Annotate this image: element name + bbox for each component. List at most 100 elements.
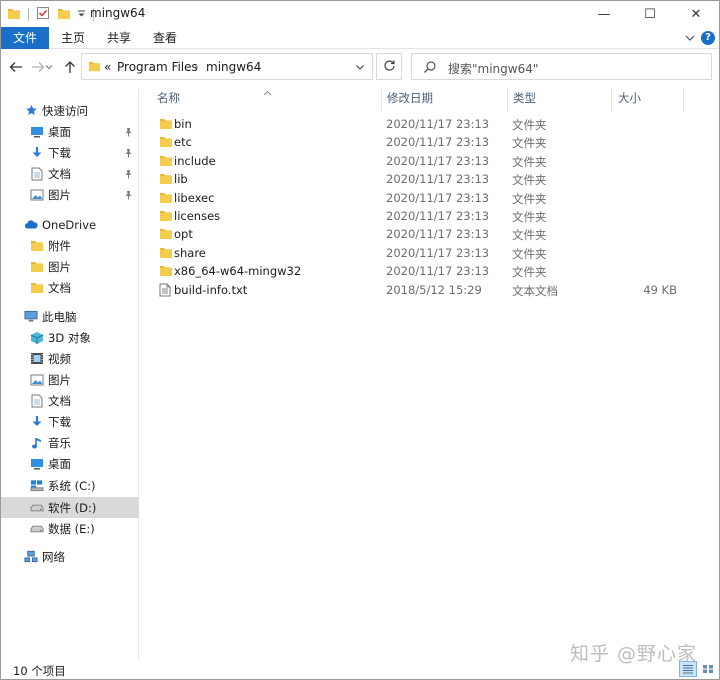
file-row[interactable]: libexec 2020/11/17 23:13 文件夹 (140, 189, 700, 207)
sidebar-item[interactable]: 文档 (1, 390, 139, 411)
sidebar-item[interactable]: 附件 (1, 235, 139, 256)
file-modified: 2018/5/12 15:29 (386, 282, 482, 297)
sidebar-item[interactable]: 下载 (1, 411, 139, 432)
text-file-icon (159, 283, 171, 300)
customize-toolbar-icon[interactable] (77, 8, 86, 22)
sidebar-item[interactable]: 软件 (D:) (1, 497, 139, 518)
watermark: 知乎 @野心家 (570, 643, 698, 665)
new-folder-icon[interactable] (57, 7, 71, 23)
sidebar-item[interactable]: 桌面 (1, 453, 139, 474)
network-icon (24, 550, 38, 564)
file-modified: 2020/11/17 23:13 (386, 245, 490, 260)
file-type: 文件夹 (512, 228, 547, 243)
breadcrumb-overflow[interactable]: « (104, 60, 111, 74)
sidebar-item-label: 文档 (48, 393, 71, 408)
sidebar-item[interactable]: 文档 (1, 277, 139, 298)
folder-icon (159, 227, 173, 243)
sidebar-item[interactable]: OneDrive (1, 214, 139, 235)
column-header-type[interactable]: 类型 (508, 89, 612, 109)
sidebar-item[interactable]: 图片 (1, 369, 139, 390)
maximize-button[interactable]: ☐ (627, 1, 673, 27)
file-row[interactable]: etc 2020/11/17 23:13 文件夹 (140, 133, 700, 151)
download-icon (30, 415, 44, 429)
file-modified: 2020/11/17 23:13 (386, 153, 490, 168)
column-header-size[interactable]: 大小 (613, 89, 683, 109)
file-type: 文件夹 (512, 136, 547, 151)
folder-icon (159, 117, 173, 133)
refresh-button[interactable] (376, 53, 402, 80)
system-drive-icon (30, 479, 44, 493)
sidebar-item[interactable]: 快速访问 (1, 100, 139, 121)
sidebar-item[interactable]: 音乐 (1, 432, 139, 453)
file-size: 49 KB (643, 282, 677, 297)
folder-icon (159, 154, 173, 170)
sidebar-item[interactable]: 3D 对象 (1, 327, 139, 348)
tab-view[interactable]: 查看 (145, 27, 185, 49)
sidebar-item[interactable]: 网络 (1, 546, 139, 567)
explorer-window: mingw64 — ☐ ✕ 文件 主页 共享 查看 ? « Program Fi… (0, 0, 720, 680)
video-icon (30, 352, 44, 366)
properties-icon[interactable] (36, 6, 50, 23)
help-icon[interactable]: ? (701, 31, 715, 45)
picture-icon (30, 373, 44, 387)
close-button[interactable]: ✕ (673, 1, 719, 27)
file-row[interactable]: licenses 2020/11/17 23:13 文件夹 (140, 207, 700, 225)
column-divider[interactable] (683, 89, 684, 111)
sidebar-item[interactable]: 图片 (1, 256, 139, 277)
column-header-modified[interactable]: 修改日期 (382, 89, 508, 109)
sidebar-item-label: 3D 对象 (48, 330, 91, 345)
sidebar-item-label: 图片 (48, 259, 71, 274)
address-dropdown-icon[interactable] (355, 61, 365, 75)
file-row[interactable]: bin 2020/11/17 23:13 文件夹 (140, 115, 700, 133)
file-modified: 2020/11/17 23:13 (386, 209, 490, 223)
pin-icon (124, 147, 133, 161)
sidebar-item[interactable]: 文档 (1, 163, 139, 184)
file-type: 文件夹 (512, 191, 547, 206)
sidebar-item[interactable]: 数据 (E:) (1, 518, 139, 539)
file-type: 文件夹 (512, 246, 547, 261)
minimize-button[interactable]: — (581, 1, 627, 27)
sidebar-item[interactable]: 此电脑 (1, 306, 139, 327)
file-name: x86_64-w64-mingw32 (174, 264, 302, 279)
column-header-name[interactable]: 名称 (152, 89, 382, 109)
pin-icon (124, 168, 133, 182)
address-bar[interactable]: « Program Files › mingw64 (81, 53, 373, 80)
file-type: 文本文档 (512, 283, 558, 298)
window-title: mingw64 (90, 6, 146, 20)
back-arrow-icon[interactable] (7, 58, 25, 76)
recent-locations-icon[interactable] (44, 58, 54, 76)
details-view-button[interactable] (679, 661, 697, 677)
drive-icon (30, 522, 44, 536)
folder-icon (88, 60, 101, 75)
search-box[interactable]: 搜索"mingw64" (411, 53, 712, 80)
document-icon (30, 167, 44, 181)
tab-share[interactable]: 共享 (99, 27, 139, 49)
file-row[interactable]: lib 2020/11/17 23:13 文件夹 (140, 170, 700, 188)
file-row[interactable]: include 2020/11/17 23:13 文件夹 (140, 152, 700, 170)
pin-icon (124, 126, 133, 140)
quick-access-toolbar (7, 6, 98, 23)
breadcrumb-program-files[interactable]: Program Files (117, 60, 198, 74)
expand-ribbon-icon[interactable] (683, 31, 697, 45)
sidebar-item[interactable]: 图片 (1, 184, 139, 205)
cube-icon (30, 331, 44, 345)
sidebar-item[interactable]: 下载 (1, 142, 139, 163)
up-arrow-icon[interactable] (61, 58, 79, 76)
column-divider[interactable] (611, 89, 612, 111)
sidebar-item[interactable]: 视频 (1, 348, 139, 369)
sidebar-item[interactable]: 桌面 (1, 121, 139, 142)
navigation-bar: « Program Files › mingw64 搜索"mingw64" (1, 49, 719, 85)
tab-home[interactable]: 主页 (53, 27, 93, 49)
file-row[interactable]: x86_64-w64-mingw32 2020/11/17 23:13 文件夹 (140, 262, 700, 280)
large-icons-view-button[interactable] (699, 661, 717, 677)
search-input[interactable]: 搜索"mingw64" (448, 60, 538, 77)
sidebar-item-label: 图片 (48, 187, 71, 202)
file-row[interactable]: share 2020/11/17 23:13 文件夹 (140, 244, 700, 262)
sidebar-item[interactable]: 系统 (C:) (1, 475, 139, 496)
sidebar-item-label: 图片 (48, 372, 71, 387)
breadcrumb-mingw64[interactable]: mingw64 (206, 60, 261, 74)
file-type: 文件夹 (512, 173, 547, 188)
file-row[interactable]: opt 2020/11/17 23:13 文件夹 (140, 225, 700, 243)
file-row[interactable]: build-info.txt 2018/5/12 15:29 文本文档 49 KB (140, 281, 700, 299)
tab-file[interactable]: 文件 (1, 27, 49, 49)
